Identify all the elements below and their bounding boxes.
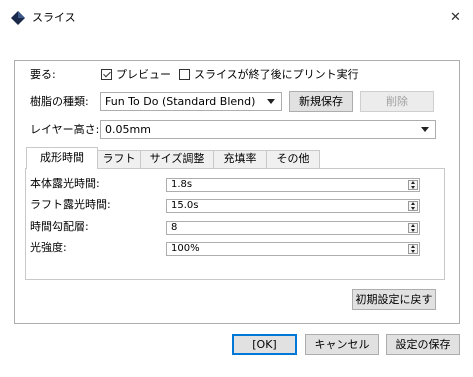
light-intensity-label: 光強度: (30, 241, 67, 254)
raft-exposure-label: ラフト露光時間: (30, 198, 111, 211)
layer-height-label: レイヤー高さ: (30, 123, 100, 136)
chevron-down-icon (267, 99, 275, 104)
close-icon[interactable]: ✕ (450, 11, 461, 24)
auto-print-label: スライスが終了後にプリント実行 (194, 68, 359, 81)
window-title: スライス (32, 11, 76, 24)
new-save-button[interactable]: 新規保存 (289, 91, 353, 112)
auto-print-checkbox[interactable]: スライスが終了後にプリント実行 (179, 68, 359, 82)
tab-infill[interactable]: 充填率 (213, 150, 267, 168)
light-intensity-spinbox[interactable]: 100% (166, 242, 420, 256)
spin-updown-icon[interactable] (408, 244, 418, 254)
save-settings-button[interactable]: 設定の保存 (386, 334, 460, 355)
delete-button: 削除 (360, 91, 434, 112)
app-diamond-icon (11, 11, 25, 25)
body-exposure-value: 1.8s (171, 179, 193, 190)
body-exposure-label: 本体露光時間: (30, 177, 100, 190)
raft-exposure-value: 15.0s (171, 200, 199, 211)
body-exposure-spinbox[interactable]: 1.8s (166, 178, 420, 192)
gradient-layers-value: 8 (171, 222, 178, 233)
ok-button[interactable]: [OK] (232, 334, 297, 355)
resin-type-select[interactable]: Fun To Do (Standard Blend) (100, 92, 282, 111)
spin-updown-icon[interactable] (408, 223, 418, 233)
layer-height-value: 0.05mm (105, 123, 151, 136)
preview-checkbox[interactable]: プレビュー (101, 68, 171, 82)
gradient-layers-spinbox[interactable]: 8 (166, 221, 420, 235)
resin-type-value: Fun To Do (Standard Blend) (105, 95, 256, 108)
raft-exposure-spinbox[interactable]: 15.0s (166, 199, 420, 213)
spin-updown-icon[interactable] (408, 180, 418, 190)
gradient-layers-label: 時間勾配層: (30, 220, 89, 233)
tab-size-adjust[interactable]: サイズ調整 (140, 150, 214, 168)
chevron-down-icon (421, 127, 429, 132)
layer-height-select[interactable]: 0.05mm (100, 120, 436, 139)
cancel-button[interactable]: キャンセル (305, 334, 379, 355)
light-intensity-value: 100% (171, 243, 200, 254)
require-label: 要る: (30, 68, 56, 81)
auto-print-check-icon[interactable] (179, 69, 190, 80)
reset-defaults-button[interactable]: 初期設定に戻す (352, 289, 436, 310)
resin-type-label: 樹脂の種類: (30, 95, 89, 108)
preview-label: プレビュー (116, 68, 171, 81)
tab-other[interactable]: その他 (266, 150, 320, 168)
preview-check-icon[interactable] (101, 69, 112, 80)
tab-exposure-time[interactable]: 成形時間 (26, 147, 98, 169)
spin-updown-icon[interactable] (408, 201, 418, 211)
tab-raft[interactable]: ラフト (97, 150, 141, 168)
